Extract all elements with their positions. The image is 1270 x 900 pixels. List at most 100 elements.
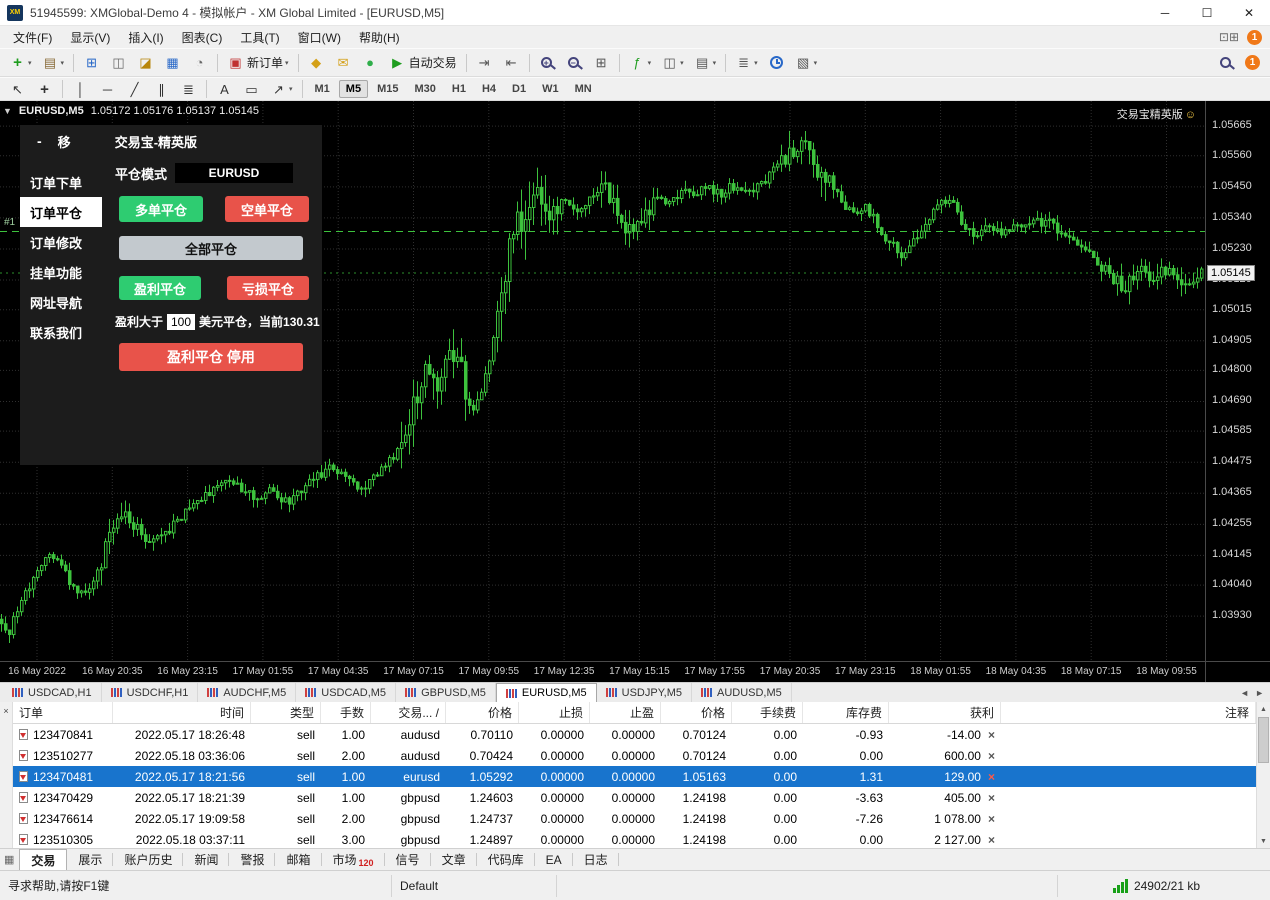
chart-tab-audchf-m5[interactable]: AUDCHF,M5 [198,683,296,702]
zoom-out-button[interactable]: − [562,52,587,73]
new-chart-button[interactable]: +▾ [5,52,36,73]
timeframe-mn-button[interactable]: MN [568,80,599,98]
navigator-button[interactable]: ◪ [133,53,158,72]
channel-button[interactable]: ∥ [149,80,174,99]
scroll-down-button[interactable]: ▼ [1257,834,1270,848]
maximize-button[interactable]: ☐ [1186,0,1228,25]
tile-windows-button[interactable]: ⊞ [589,53,614,72]
close-order-button[interactable]: × [988,833,995,847]
column-header-profit[interactable]: 获利 [889,702,1001,723]
terminal-tab-ea[interactable]: EA [535,849,573,870]
ea-menu-pending-order[interactable]: 挂单功能 [20,257,102,287]
column-header-swap[interactable]: 库存费 [803,702,889,723]
ea-menu-contact-us[interactable]: 联系我们 [20,317,102,347]
close-order-button[interactable]: × [988,791,995,805]
templates-button[interactable]: ▤▾ [690,53,721,72]
column-header-commission[interactable]: 手续费 [732,702,803,723]
dock-icon[interactable]: ⊡ [1219,30,1229,44]
column-header-price-current[interactable]: 价格 [661,702,732,723]
column-header-time[interactable]: 时间 [113,702,251,723]
order-row-123476614[interactable]: 1234766142022.05.17 19:09:58sell2.00gbpu… [13,808,1256,829]
close-long-button[interactable]: 多单平仓 [119,196,203,222]
terminal-close-strip[interactable]: × [0,702,13,848]
ea-move-button[interactable]: 移 [58,132,71,151]
chart-shift-button[interactable]: ⇤ [499,53,524,72]
column-header-type[interactable]: 类型 [251,702,321,723]
chart-snapshot-button[interactable]: ▧▾ [791,53,822,72]
trendline-button[interactable]: ╱ [122,80,147,99]
zoom-in-button[interactable]: + [535,52,560,73]
ea-minimize-button[interactable]: - [37,133,42,149]
timeframe-w1-button[interactable]: W1 [535,80,566,98]
column-header-price-open[interactable]: 价格 [446,702,519,723]
terminal-button[interactable]: ▦ [160,53,185,72]
terminal-tab-mailbox[interactable]: 邮箱 [275,849,321,870]
vertical-line-button[interactable]: │ [68,80,93,99]
search-icon[interactable] [1220,57,1231,68]
profit-close-toggle-button[interactable]: 盈利平仓 停用 [119,343,303,371]
new-order-button[interactable]: ▣新订单▾ [223,51,293,74]
market-watch-button[interactable]: ⊞ [79,53,104,72]
order-row-123470841[interactable]: 1234708412022.05.17 18:26:48sell1.00audu… [13,724,1256,745]
close-order-button[interactable]: × [988,749,995,763]
close-all-button[interactable]: 全部平仓 [119,236,303,260]
close-order-button[interactable]: × [988,812,995,826]
menu-window[interactable]: 窗口(W) [289,27,350,48]
column-header-sl[interactable]: 止损 [519,702,590,723]
chart-tab-usdcad-h1[interactable]: USDCAD,H1 [3,683,102,702]
close-order-button[interactable]: × [988,770,995,784]
mql5-button[interactable]: ● [358,53,383,72]
order-row-123510305[interactable]: 1235103052022.05.18 03:37:11sell3.00gbpu… [13,829,1256,848]
menu-view[interactable]: 显示(V) [61,27,119,48]
terminal-tab-code-base[interactable]: 代码库 [477,849,535,870]
price-axis[interactable]: 1.056651.055601.054501.053401.052301.051… [1205,101,1270,682]
close-short-button[interactable]: 空单平仓 [225,196,309,222]
timeframe-m15-button[interactable]: M15 [370,80,405,98]
chart-tab-eurusd-m5[interactable]: EURUSD,M5 [496,683,597,702]
timeframe-m1-button[interactable]: M1 [308,80,337,98]
chart-tab-usdchf-h1[interactable]: USDCHF,H1 [102,683,199,702]
arrows-button[interactable]: ↗▾ [266,80,297,99]
terminal-tab-exposure[interactable]: 展示 [67,849,113,870]
terminal-tab-journal[interactable]: 日志 [573,849,619,870]
chart-tab-usdcad-m5[interactable]: USDCAD,M5 [296,683,396,702]
column-header-lots[interactable]: 手数 [321,702,371,723]
chart-tab-audusd-m5[interactable]: AUDUSD,M5 [692,683,792,702]
metaeditor-button[interactable]: ◆ [304,53,329,72]
toolbar-notification-badge[interactable]: 1 [1245,55,1260,70]
autotrading-button[interactable]: ▶自动交易 [385,51,461,74]
scrollbar-thumb[interactable] [1258,717,1269,763]
auto-scroll-button[interactable]: ⇥ [472,53,497,72]
close-order-button[interactable]: × [988,728,995,742]
terminal-tab-alerts[interactable]: 警报 [229,849,275,870]
column-header-comment[interactable]: 注释 [1001,702,1256,723]
chart-tab-gbpusd-m5[interactable]: GBPUSD,M5 [396,683,496,702]
tabs-scroll-left-button[interactable]: ◄ [1240,688,1249,698]
terminal-scrollbar[interactable]: ▲ ▼ [1256,702,1270,848]
order-row-123470429[interactable]: 1234704292022.05.17 18:21:39sell1.00gbpu… [13,787,1256,808]
column-header-symbol[interactable]: 交易... / [371,702,446,723]
depth-of-market-button[interactable]: ≣▾ [731,53,762,72]
timeframe-d1-button[interactable]: D1 [505,80,533,98]
terminal-tab-signals[interactable]: 信号 [385,849,431,870]
ea-symbol-selector[interactable]: EURUSD [175,163,293,183]
column-header-tp[interactable]: 止盈 [590,702,661,723]
terminal-tab-account-history[interactable]: 账户历史 [113,849,183,870]
community-button[interactable]: ✉ [331,53,356,72]
order-row-123470481[interactable]: 1234704812022.05.17 18:21:56sell1.00euru… [13,766,1256,787]
ea-menu-order-modify[interactable]: 订单修改 [20,227,102,257]
ea-menu-site-nav[interactable]: 网址导航 [20,287,102,317]
text-button[interactable]: A [212,80,237,99]
time-axis[interactable]: 16 May 202216 May 20:3516 May 23:1517 Ma… [0,661,1270,682]
layout-icon[interactable]: ⊞ [1229,30,1239,44]
terminal-tab-articles[interactable]: 文章 [431,849,477,870]
chart-tab-usdjpy-m5[interactable]: USDJPY,M5 [597,683,692,702]
menu-file[interactable]: 文件(F) [4,27,61,48]
tabs-scroll-right-button[interactable]: ► [1255,688,1264,698]
status-profile[interactable]: Default [392,875,557,897]
timeframe-h4-button[interactable]: H4 [475,80,503,98]
indicators-button[interactable]: ƒ▾ [625,53,656,72]
notification-badge[interactable]: 1 [1247,30,1262,45]
menu-insert[interactable]: 插入(I) [119,27,172,48]
ea-menu-order-place[interactable]: 订单下单 [20,167,102,197]
